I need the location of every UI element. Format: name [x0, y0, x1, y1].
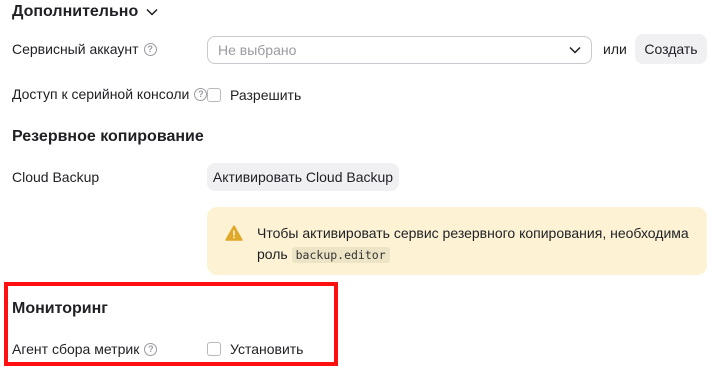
alert-text-main: Чтобы активировать сервис резервного коп…: [257, 225, 689, 241]
alert-role-code: backup.editor: [291, 247, 390, 263]
backup-title: Резервное копирование: [12, 128, 204, 145]
monitoring-title: Мониторинг: [12, 300, 108, 317]
help-icon[interactable]: ?: [143, 42, 157, 56]
metrics-agent-checkbox-label: Установить: [230, 341, 304, 357]
create-service-account-button[interactable]: Создать: [635, 34, 707, 64]
help-icon[interactable]: ?: [194, 87, 208, 101]
serial-console-label: Доступ к серийной консоли: [12, 86, 190, 102]
additional-title: Дополнительно: [12, 3, 139, 20]
alert-text: Чтобы активировать сервис резервного коп…: [257, 223, 689, 266]
additional-section-header[interactable]: Дополнительно: [12, 3, 158, 21]
cloud-backup-label: Cloud Backup: [12, 169, 100, 185]
activate-cloud-backup-button[interactable]: Активировать Cloud Backup: [207, 163, 399, 191]
alert-text-role: роль: [257, 246, 288, 262]
help-icon[interactable]: ?: [144, 342, 158, 356]
serial-console-checkbox[interactable]: [207, 88, 221, 102]
serial-console-checkbox-label: Разрешить: [230, 87, 302, 103]
chevron-down-icon: [569, 46, 581, 54]
service-account-select[interactable]: Не выбрано: [207, 36, 592, 64]
or-text: или: [603, 41, 627, 57]
serial-console-checkbox-row[interactable]: Разрешить: [207, 87, 301, 103]
metrics-agent-checkbox[interactable]: [207, 342, 221, 356]
service-account-label-row: Сервисный аккаунт ?: [12, 41, 157, 57]
serial-console-label-row: Доступ к серийной консоли ?: [12, 86, 208, 102]
service-account-label: Сервисный аккаунт: [12, 41, 139, 57]
warning-icon: [225, 225, 243, 241]
metrics-agent-label: Агент сбора метрик: [12, 341, 140, 357]
backup-warning-alert: Чтобы активировать сервис резервного коп…: [207, 207, 707, 275]
select-placeholder: Не выбрано: [218, 42, 297, 58]
metrics-agent-label-row: Агент сбора метрик ?: [12, 341, 158, 357]
chevron-down-icon: [146, 8, 158, 16]
metrics-agent-checkbox-row[interactable]: Установить: [207, 341, 303, 357]
